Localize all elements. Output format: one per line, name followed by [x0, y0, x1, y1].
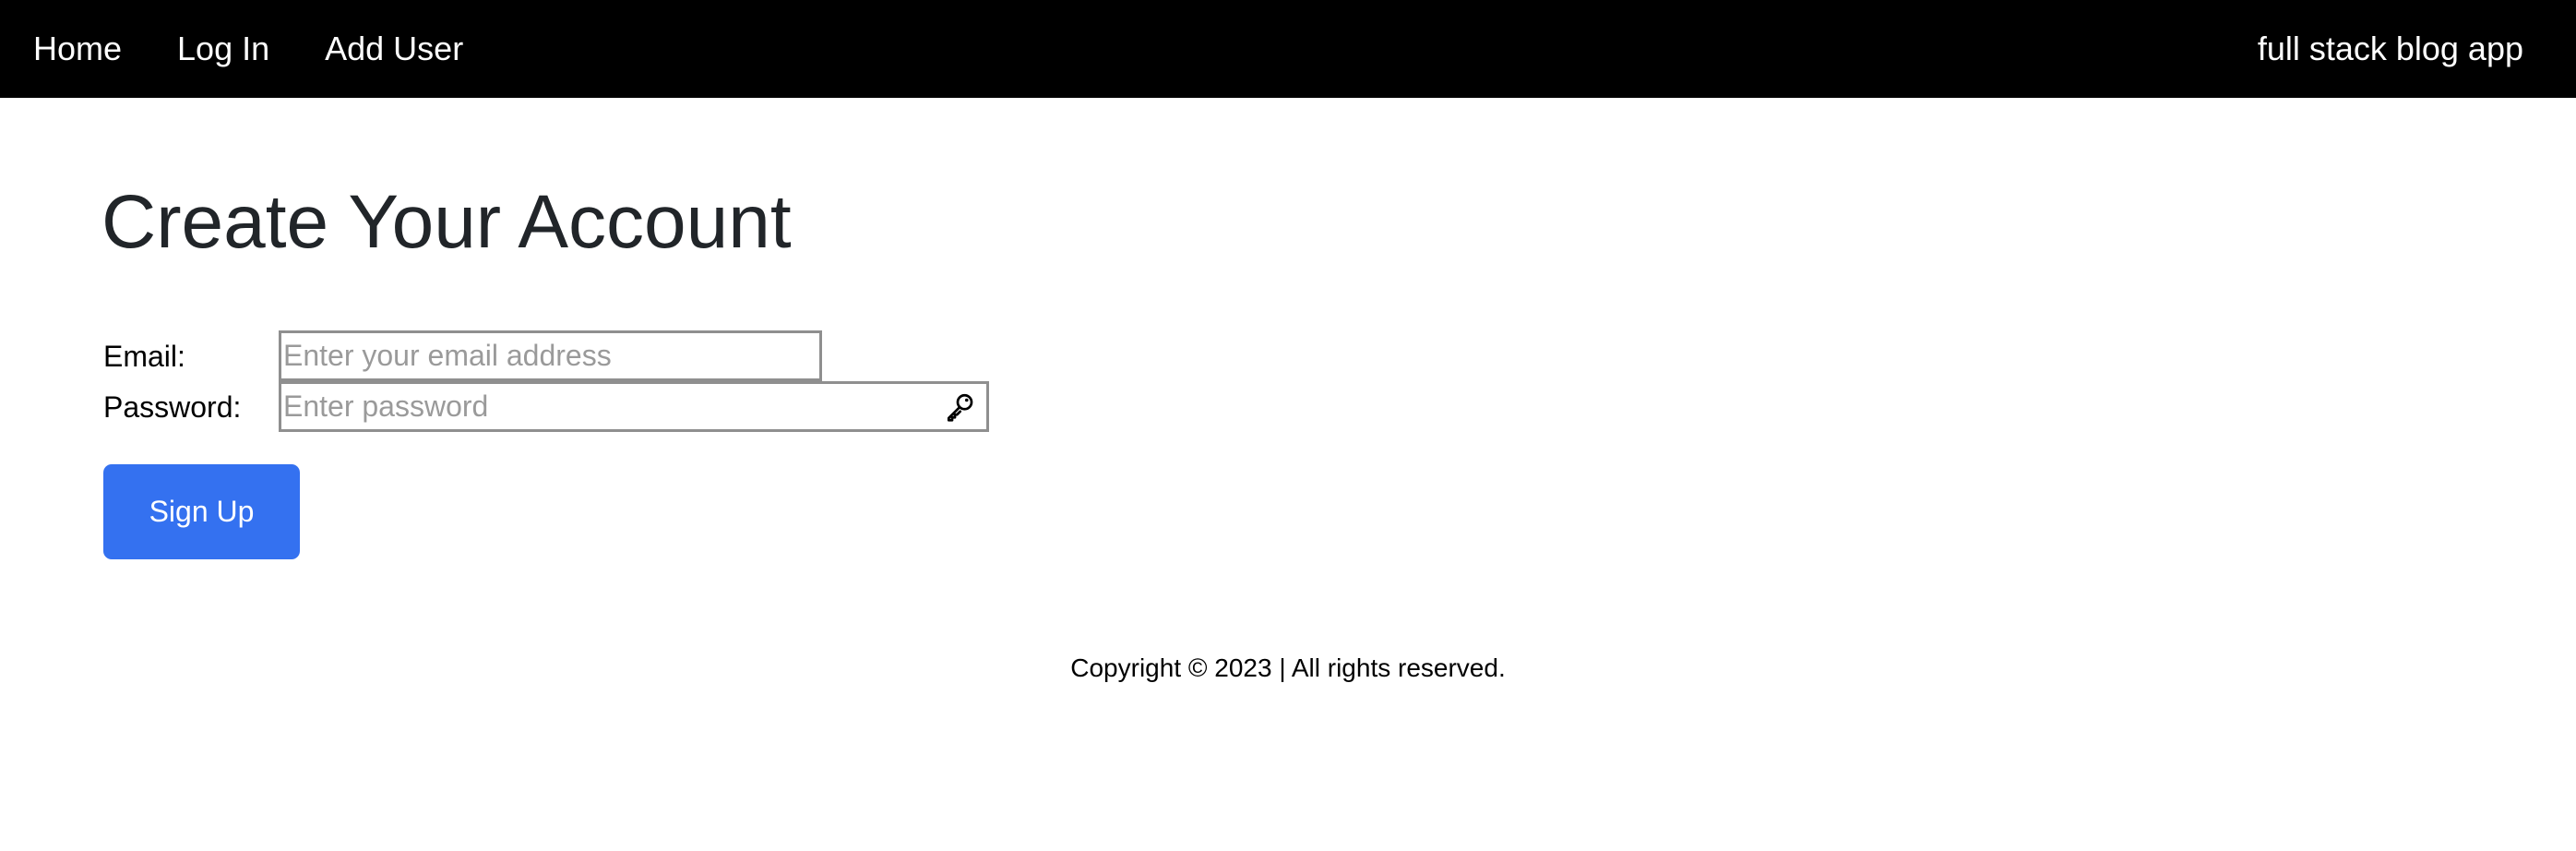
top-navbar: Home Log In Add User full stack blog app: [0, 0, 2576, 98]
key-icon[interactable]: [940, 387, 981, 427]
nav-link-add-user[interactable]: Add User: [325, 32, 463, 66]
brand-name: full stack blog app: [2257, 30, 2523, 67]
email-label: Email:: [103, 340, 185, 373]
password-input[interactable]: [281, 384, 940, 429]
sign-up-button[interactable]: Sign Up: [103, 464, 300, 559]
footer-copyright: Copyright © 2023 | All rights reserved.: [1070, 653, 1506, 682]
password-label: Password:: [103, 390, 242, 424]
email-input[interactable]: [281, 333, 819, 378]
nav-link-home[interactable]: Home: [33, 32, 122, 66]
nav-link-login[interactable]: Log In: [177, 32, 269, 66]
password-field-wrapper: [279, 381, 989, 432]
page-title: Create Your Account: [101, 180, 792, 264]
email-field-wrapper: [279, 330, 822, 381]
nav-links: Home Log In Add User: [33, 0, 519, 98]
